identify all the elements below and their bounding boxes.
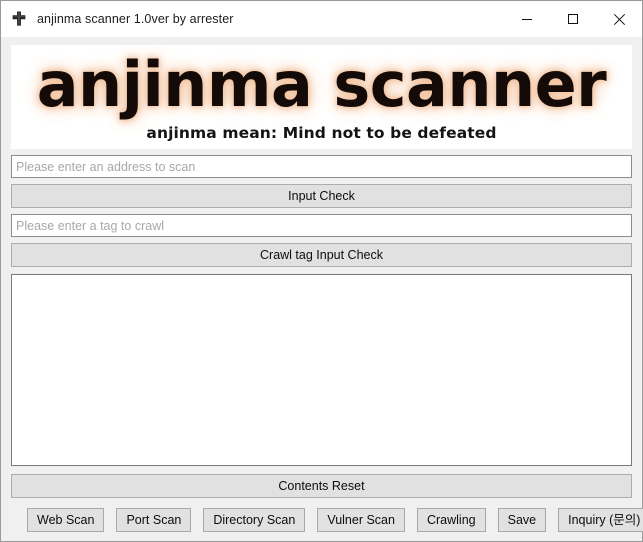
minimize-icon[interactable] xyxy=(504,1,550,37)
crawl-tag-input-check-button[interactable]: Crawl tag Input Check xyxy=(11,243,632,267)
crawl-tag-input[interactable] xyxy=(11,214,632,237)
app-window: anjinma scanner 1.0ver by arrester anjin… xyxy=(0,0,643,542)
app-cross-icon xyxy=(10,10,28,28)
title-bar: anjinma scanner 1.0ver by arrester xyxy=(1,1,642,37)
window-controls xyxy=(504,1,642,37)
directory-scan-button[interactable]: Directory Scan xyxy=(203,508,306,532)
window-title: anjinma scanner 1.0ver by arrester xyxy=(37,12,234,26)
save-button[interactable]: Save xyxy=(497,508,547,532)
address-input[interactable] xyxy=(11,155,632,178)
crawling-button[interactable]: Crawling xyxy=(416,508,486,532)
close-icon[interactable] xyxy=(596,1,642,37)
input-check-button[interactable]: Input Check xyxy=(11,184,632,208)
port-scan-button[interactable]: Port Scan xyxy=(116,508,192,532)
logo-banner: anjinma scanner anjinma mean: Mind not t… xyxy=(11,45,632,149)
output-console[interactable] xyxy=(11,274,632,466)
app-logo-text: anjinma scanner xyxy=(36,48,607,121)
contents-reset-button[interactable]: Contents Reset xyxy=(11,474,632,498)
app-tagline: anjinma mean: Mind not to be defeated xyxy=(146,124,497,142)
inquiry-button[interactable]: Inquiry (문의) xyxy=(558,508,643,532)
action-button-row: Web Scan Port Scan Directory Scan Vulner… xyxy=(11,508,643,532)
client-area: anjinma scanner anjinma mean: Mind not t… xyxy=(1,37,643,541)
maximize-icon[interactable] xyxy=(550,1,596,37)
vulner-scan-button[interactable]: Vulner Scan xyxy=(317,508,405,532)
web-scan-button[interactable]: Web Scan xyxy=(27,508,105,532)
